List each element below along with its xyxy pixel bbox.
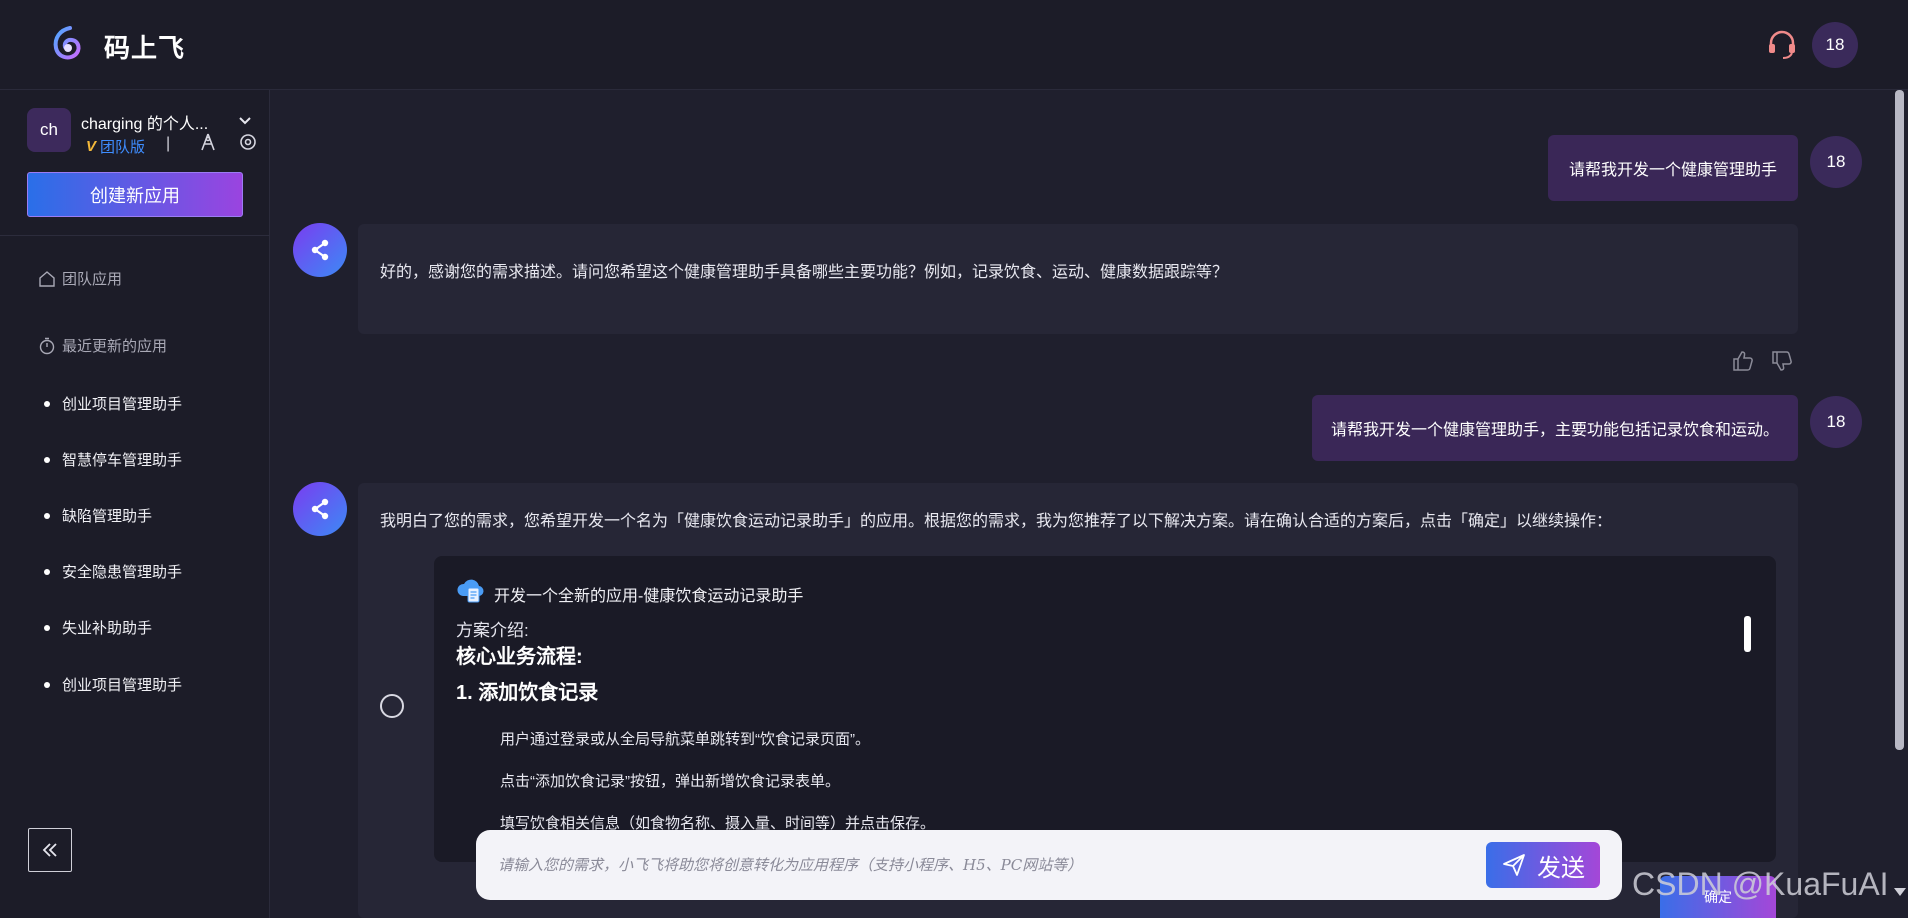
chat-input[interactable]: [498, 848, 1458, 882]
bullet-dot: [44, 568, 50, 575]
headset-icon[interactable]: [1766, 30, 1798, 60]
recent-app-label: 智慧停车管理助手: [62, 452, 183, 469]
recent-app-label: 创业项目管理助手: [62, 677, 183, 694]
user-message: 请帮我开发一个健康管理助手: [1548, 135, 1798, 201]
plan-step: 点击“添加饮食记录”按钮，弹出新增饮食记录表单。: [500, 773, 840, 790]
bullet-dot: [44, 512, 50, 519]
workspace-name[interactable]: charging 的个人...: [81, 110, 208, 134]
user-message: 请帮我开发一个健康管理助手，主要功能包括记录饮食和运动。: [1312, 395, 1798, 461]
recent-app-label: 创业项目管理助手: [62, 396, 183, 413]
bot-avatar: [293, 223, 347, 277]
plan-step: 用户通过登录或从全局导航菜单跳转到“饮食记录页面”。: [500, 731, 870, 748]
watermark: CSDN @KuaFuAI: [1632, 866, 1889, 902]
top-header: 码上飞 18: [0, 0, 1908, 90]
bot-message-text: 好的，感谢您的需求描述。请问您希望这个健康管理助手具备哪些主要功能？例如，记录饮…: [380, 264, 1229, 281]
recent-app-item[interactable]: 安全隐患管理助手: [44, 561, 182, 582]
bot-message: 好的，感谢您的需求描述。请问您希望这个健康管理助手具备哪些主要功能？例如，记录饮…: [358, 224, 1798, 334]
recent-app-label: 缺陷管理助手: [62, 508, 153, 525]
plan-heading: 核心业务流程:: [456, 646, 583, 668]
share-bot-icon: [311, 498, 329, 520]
bullet-dot: [44, 456, 50, 463]
collapse-sidebar-button[interactable]: [28, 828, 72, 872]
bullet-dot: [44, 681, 50, 688]
share-bot-icon: [311, 239, 329, 261]
recent-app-item[interactable]: 创业项目管理助手: [44, 674, 182, 695]
cloud-document-icon: [457, 579, 484, 603]
plan-title: 开发一个全新的应用-健康饮食运动记录助手: [494, 588, 804, 605]
sidebar: ch charging 的个人... V 团队版 | 创建新应用 团队应用 最近…: [0, 90, 270, 918]
bot-message-text: 我明白了您的需求，您希望开发一个名为「健康饮食运动记录助手」的应用。根据您的需求…: [380, 513, 1613, 530]
home-icon: [39, 270, 55, 287]
send-icon: [1503, 854, 1525, 876]
chevron-down-icon[interactable]: [236, 112, 254, 130]
scroll-down-arrow[interactable]: [1894, 888, 1906, 896]
translate-icon[interactable]: [198, 132, 218, 152]
plan-scrollbar[interactable]: [1744, 616, 1751, 652]
send-label: 发送: [1537, 854, 1585, 882]
chat-input-box: 发送: [476, 830, 1622, 900]
edition-mark: V: [86, 138, 97, 155]
edition-badge: V 团队版: [86, 136, 145, 157]
nav-team-apps-label: 团队应用: [62, 271, 123, 288]
create-app-button[interactable]: 创建新应用: [27, 172, 243, 217]
plan-subheading: 1. 添加饮食记录: [456, 682, 599, 704]
bullet-dot: [44, 400, 50, 407]
scrollbar-thumb[interactable]: [1895, 90, 1904, 750]
send-button[interactable]: 发送: [1486, 842, 1600, 888]
thumbs-down-icon[interactable]: [1770, 349, 1794, 373]
page-scrollbar[interactable]: [1890, 90, 1908, 918]
nav-recent-apps-label: 最近更新的应用: [62, 338, 168, 355]
settings-icon[interactable]: [238, 132, 258, 152]
recent-app-label: 失业补助助手: [62, 620, 153, 637]
recent-app-item[interactable]: 缺陷管理助手: [44, 505, 152, 526]
workspace-avatar[interactable]: ch: [27, 108, 71, 152]
user-message-avatar: 18: [1810, 396, 1862, 448]
app-root: 码上飞 18 ch charging 的个人... V 团队版 | 创建新应用: [0, 0, 1908, 918]
recent-app-item[interactable]: 失业补助助手: [44, 617, 152, 638]
bullet-dot: [44, 624, 50, 631]
recent-app-item[interactable]: 创业项目管理助手: [44, 393, 182, 414]
brand-logo-icon[interactable]: [48, 24, 86, 62]
user-avatar[interactable]: 18: [1812, 22, 1858, 68]
user-message-avatar: 18: [1810, 136, 1862, 188]
nav-recent-apps: 最近更新的应用: [38, 335, 167, 356]
separator: |: [166, 135, 171, 152]
edition-label: 团队版: [100, 139, 146, 156]
brand-name: 码上飞: [104, 33, 186, 63]
recent-app-item[interactable]: 智慧停车管理助手: [44, 449, 182, 470]
plan-radio[interactable]: [380, 694, 404, 718]
sidebar-divider: [0, 235, 270, 236]
thumbs-up-icon[interactable]: [1731, 349, 1755, 373]
nav-team-apps[interactable]: 团队应用: [38, 268, 122, 289]
recent-app-label: 安全隐患管理助手: [62, 564, 183, 581]
stopwatch-icon: [39, 337, 55, 354]
plan-card[interactable]: 开发一个全新的应用-健康饮食运动记录助手 方案介绍: 核心业务流程: 1. 添加…: [434, 556, 1776, 862]
double-chevron-left-icon: [42, 843, 57, 857]
plan-intro-label: 方案介绍:: [456, 621, 529, 640]
bot-avatar: [293, 482, 347, 536]
